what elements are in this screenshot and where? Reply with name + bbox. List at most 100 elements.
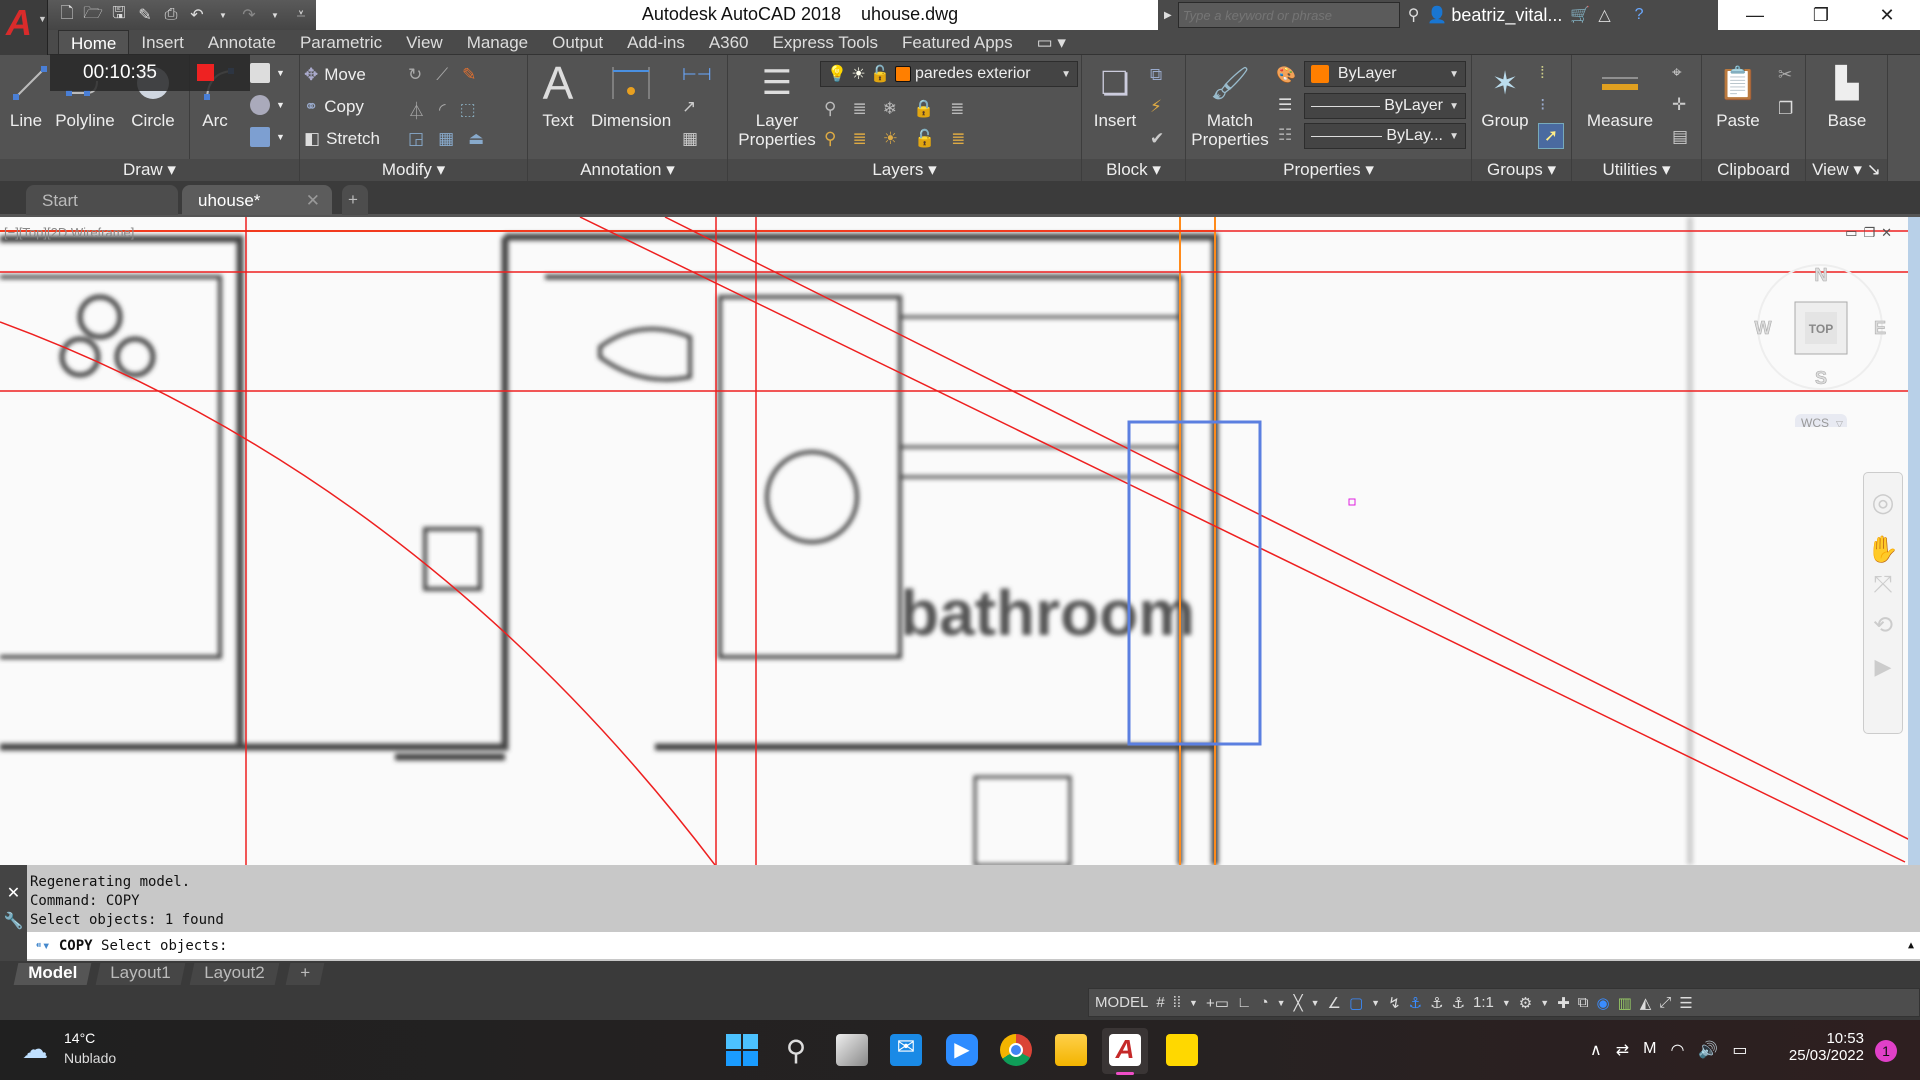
expand-icon[interactable]: ▶ [1158,10,1178,21]
snap-icon[interactable]: ⁞⁞ [1173,994,1181,1011]
create-block-tool[interactable]: ⧉ [1150,65,1162,85]
layers-panel-title[interactable]: Layers ▾ [728,159,1081,181]
tab-view[interactable]: View [394,30,455,54]
layer-off-icon[interactable]: ⚲ [824,99,836,119]
groups-panel-title[interactable]: Groups ▾ [1472,159,1571,181]
tab-insert[interactable]: Insert [129,30,196,54]
close-command-line-icon[interactable]: ✕ [0,883,27,903]
grid-icon[interactable]: # [1156,994,1164,1011]
restore-button[interactable]: ❐ [1788,0,1854,30]
edit-block-tool[interactable]: ⚡ [1150,97,1162,117]
layer-previous-icon[interactable]: ≣ [852,99,866,119]
file-tab-uhouse[interactable]: uhouse* ✕ [182,185,332,215]
task-view-icon[interactable] [836,1034,868,1066]
id-point-tool[interactable]: ✛ [1672,95,1686,115]
cut-tool[interactable]: ✂ [1778,65,1792,85]
layer-walk-icon[interactable]: ≣ [951,129,965,149]
dynamic-input-icon[interactable]: +▭ [1206,994,1229,1012]
fillet-icon[interactable]: ◜ [439,100,446,120]
viewport-close-icon[interactable]: ✕ [1881,225,1892,241]
viewcube[interactable]: TOP N S W E WCS ▽ [1750,257,1890,432]
layer-on-icon[interactable]: ⚲ [824,129,836,149]
redo-icon[interactable]: ↷ [238,5,260,25]
hatch-tool[interactable]: ▼ [250,95,285,115]
fullscreen-icon[interactable]: ⤢ [1659,994,1671,1011]
move-button[interactable]: ✥ Move [304,65,366,85]
mirror-icon[interactable]: ⏃ [408,97,425,122]
vertical-scrollbar[interactable] [1908,217,1920,865]
viewport-controls-label[interactable]: [−][Top][2D Wireframe] [4,225,134,240]
measure-button[interactable]: Measure [1578,59,1662,131]
stretch-button[interactable]: ◧ Stretch [304,129,380,149]
user-name[interactable]: beatriz_vital... [1451,5,1562,26]
annotation-panel-title[interactable]: Annotation ▾ [528,159,727,181]
layer-freeze-icon[interactable]: ❄ [883,99,897,119]
viewport-restore-icon[interactable]: ❐ [1863,225,1875,241]
save-icon[interactable]: 🖫 [108,5,130,25]
save-as-icon[interactable]: ✎ [134,5,156,25]
layer-unlock-icon[interactable]: 🔓 [914,129,935,149]
edit-attributes-tool[interactable]: ✔ [1150,129,1164,149]
workspace-gear-icon[interactable]: ⚙ [1519,994,1532,1012]
linetype-dropdown[interactable]: ByLay... ▼ [1304,123,1466,149]
group-button[interactable]: ✶ Group [1476,59,1534,131]
layer-match-icon[interactable]: ≣ [852,129,866,149]
zoom-app-icon[interactable]: ▶ [946,1034,978,1066]
table-tool[interactable]: ▦ [682,129,698,149]
ribbon-minimize-icon[interactable]: ▭ ▾ [1025,30,1078,54]
steering-wheel-icon[interactable]: ◎ [1864,487,1902,518]
application-menu-button[interactable]: A ▼ [0,0,48,55]
dimension-button[interactable]: Dimension [586,59,676,131]
command-input[interactable]: ⁌▾ COPY Select objects: ▲ [27,932,1920,959]
view-panel-title[interactable]: View ▾ ↘ [1806,159,1887,181]
stop-recording-button[interactable] [196,64,214,81]
annotation-monitor-icon[interactable]: ✚ [1557,994,1570,1012]
chevron-down-icon[interactable]: ▼ [1277,998,1286,1008]
text-button[interactable]: A Text [534,57,582,131]
layout-tab-model[interactable]: Model [13,963,92,985]
lineweight-dropdown[interactable]: ByLayer ▼ [1304,93,1466,119]
chrome-icon[interactable] [1000,1034,1032,1066]
clean-screen-icon[interactable]: ▥ [1618,994,1632,1012]
leader-tool[interactable]: ↗ [682,97,696,117]
show-hidden-icons[interactable]: ∧ [1590,1040,1602,1060]
object-snap-tracking-icon[interactable]: ∠ [1328,994,1341,1012]
weather-description[interactable]: Nublado [64,1050,116,1066]
offset-icon[interactable]: ⏏ [468,129,484,149]
color-dropdown[interactable]: ByLayer ▼ [1304,61,1466,87]
settings-sliders-icon[interactable]: ⇄ [1616,1040,1629,1060]
boundary-tool[interactable]: ▼ [250,127,285,147]
layout-tab-layout2[interactable]: Layout2 [189,963,279,985]
recent-commands-icon[interactable]: ⁌▾ [35,938,50,954]
tab-parametric[interactable]: Parametric [288,30,394,54]
polar-icon[interactable]: ◔ [1260,994,1269,1011]
clipboard-panel-title[interactable]: Clipboard [1702,159,1805,181]
clock[interactable]: 10:53 25/03/2022 [1780,1030,1864,1064]
tab-output[interactable]: Output [540,30,615,54]
open-icon[interactable]: 🗁 [82,5,104,25]
make-current-icon[interactable]: ≣ [950,99,964,119]
tab-add-ins[interactable]: Add-ins [615,30,697,54]
draw-panel-title[interactable]: Draw ▾ [0,159,299,181]
hardware-acceleration-icon[interactable]: ◉ [1596,994,1609,1012]
undo-icon[interactable]: ↶ [186,5,208,25]
array-icon[interactable]: ▦ [438,129,454,149]
chevron-down-icon[interactable]: ▼ [1189,998,1198,1008]
tab-annotate[interactable]: Annotate [196,30,288,54]
rectangle-tool[interactable]: ▼ [250,63,285,83]
cart-icon[interactable]: 🛒 [1570,5,1590,25]
object-snap-icon[interactable]: ▢ [1349,994,1363,1012]
file-tab-start[interactable]: Start [26,185,178,215]
tab-home[interactable]: Home [58,30,130,54]
file-explorer-icon[interactable] [1055,1034,1087,1066]
minimize-button[interactable]: — [1722,0,1788,30]
wifi-icon[interactable]: ◠ [1670,1040,1684,1060]
mail-icon[interactable]: ✉ [890,1034,922,1066]
layout-tab-layout1[interactable]: Layout1 [95,963,185,985]
expand-history-icon[interactable]: ▲ [1908,940,1914,951]
trim-icon[interactable]: ⟋ [436,65,448,85]
volume-icon[interactable]: 🔊 [1698,1040,1718,1060]
layer-dropdown[interactable]: 💡 ☀ 🔓 paredes exterior ▼ [820,61,1078,87]
tab-manage[interactable]: Manage [455,30,540,54]
layer-thaw-icon[interactable]: ☀ [883,129,898,149]
